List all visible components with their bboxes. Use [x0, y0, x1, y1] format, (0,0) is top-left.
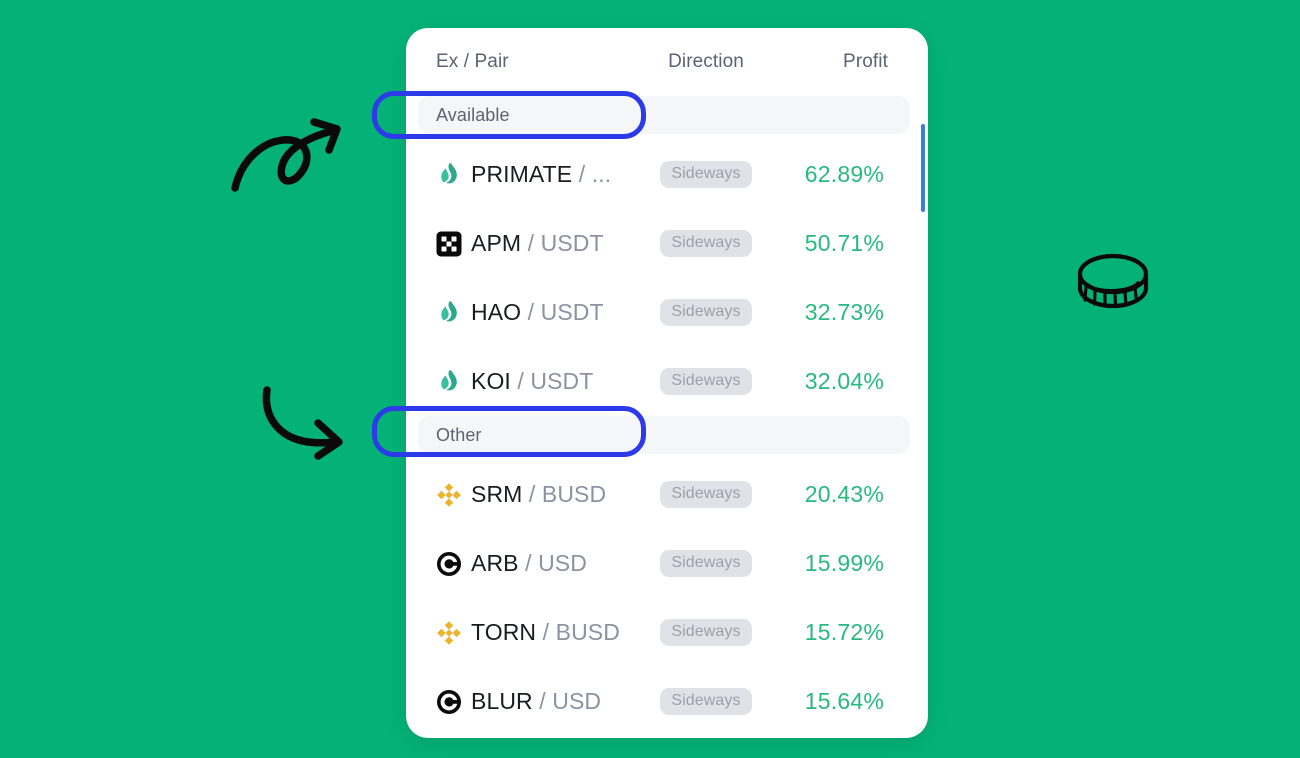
cell-direction: Sideways [628, 368, 784, 395]
cell-pair: ARB / USD [436, 550, 628, 577]
pair-separator: / [510, 368, 531, 394]
pair-separator: / [532, 688, 553, 714]
pair-label: BLUR / USD [471, 688, 601, 715]
cell-pair: HAO / USDT [436, 299, 628, 326]
coinbase-circle-icon [437, 551, 461, 576]
cell-profit: 32.04% [804, 368, 884, 394]
pair-base: BLUR [471, 688, 533, 714]
direction-badge: Sideways [660, 688, 752, 715]
direction-badge: Sideways [660, 619, 752, 646]
section-header-other[interactable]: Other [418, 416, 910, 454]
table-row[interactable]: ARB / USD Sideways 15.99% [418, 529, 910, 598]
coin-doodle [1077, 253, 1149, 309]
pair-separator: / [536, 619, 556, 645]
cell-profit: 32.73% [804, 299, 884, 325]
table-row[interactable]: APM / USDT Sideways 50.71% [418, 209, 910, 278]
list-scrollbar[interactable] [918, 124, 928, 738]
pair-quote: BUSD [555, 619, 620, 645]
pair-quote: USD [538, 550, 587, 576]
binance-diamond-icon [437, 620, 461, 645]
cell-profit: 20.43% [804, 481, 884, 507]
binance-diamond-icon [437, 482, 461, 507]
pair-list-card: Ex / Pair Direction Profit Available PRIM… [406, 28, 928, 738]
cell-profit: 50.71% [804, 230, 884, 256]
cell-pair: KOI / USDT [436, 368, 628, 395]
table-column-header: Ex / Pair Direction Profit [406, 28, 928, 96]
pair-base: TORN [471, 619, 537, 645]
cell-profit: 62.89% [804, 161, 884, 187]
direction-badge: Sideways [660, 299, 752, 326]
cell-direction: Sideways [628, 481, 784, 508]
pair-label: SRM / BUSD [471, 481, 606, 508]
direction-badge: Sideways [660, 550, 752, 577]
cell-profit: 15.72% [804, 619, 884, 645]
cell-pair: SRM / BUSD [436, 481, 628, 508]
gate-flame-icon [441, 369, 457, 390]
cell-direction: Sideways [628, 161, 784, 188]
pair-quote: ... [591, 161, 612, 187]
column-header-pair: Ex / Pair [436, 51, 509, 72]
pair-label: APM / USDT [471, 230, 604, 257]
scrollbar-thumb[interactable] [921, 124, 925, 212]
pair-label: PRIMATE / ... [471, 161, 611, 188]
pair-quote: USDT [540, 299, 604, 325]
column-header-direction: Direction [668, 51, 744, 72]
apm-squares-icon [436, 231, 462, 256]
cell-pair: APM / USDT [436, 230, 628, 257]
pair-list: Available PRIMATE / ... Sideways 62.89% APM … [406, 96, 928, 736]
table-row[interactable]: KOI / USDT Sideways 32.04% [418, 347, 910, 416]
pair-base: HAO [471, 299, 522, 325]
coinbase-circle-icon [437, 689, 461, 714]
direction-badge: Sideways [660, 161, 752, 188]
section-header-available[interactable]: Available [418, 96, 910, 134]
gate-flame-icon [441, 162, 457, 183]
pair-quote: BUSD [541, 481, 607, 507]
cell-direction: Sideways [628, 619, 784, 646]
pair-quote: USDT [530, 368, 594, 394]
pair-separator: / [521, 299, 541, 325]
pair-base: SRM [471, 481, 523, 507]
pair-quote: USD [552, 688, 602, 714]
loop-arrow-doodle [231, 118, 341, 192]
pair-separator: / [572, 161, 592, 187]
pair-quote: USDT [540, 230, 604, 256]
pair-base: ARB [471, 550, 519, 576]
pair-label: TORN / BUSD [471, 619, 620, 646]
pair-separator: / [518, 550, 539, 576]
gate-flame-icon [441, 300, 457, 321]
cell-direction: Sideways [628, 550, 784, 577]
section-header-label: Available [436, 104, 510, 125]
cell-pair: BLUR / USD [436, 688, 628, 715]
cell-direction: Sideways [628, 299, 784, 326]
cell-direction: Sideways [628, 688, 784, 715]
cell-profit: 15.64% [804, 688, 884, 714]
pair-separator: / [521, 230, 541, 256]
pair-label: HAO / USDT [471, 299, 604, 326]
table-row[interactable]: TORN / BUSD Sideways 15.72% [418, 598, 910, 667]
column-header-profit: Profit [843, 51, 888, 72]
curve-arrow-doodle [262, 386, 343, 460]
direction-badge: Sideways [660, 230, 752, 257]
pair-label: ARB / USD [471, 550, 587, 577]
pair-base: APM [471, 230, 522, 256]
table-row[interactable]: PRIMATE / ... Sideways 62.89% [418, 140, 910, 209]
pair-separator: / [522, 481, 542, 507]
pair-base: KOI [471, 368, 511, 394]
direction-badge: Sideways [660, 481, 752, 508]
section-header-label: Other [436, 424, 482, 445]
table-row[interactable]: HAO / USDT Sideways 32.73% [418, 278, 910, 347]
cell-profit: 15.99% [804, 550, 884, 576]
direction-badge: Sideways [660, 368, 752, 395]
table-row[interactable]: BLUR / USD Sideways 15.64% [418, 667, 910, 736]
cell-pair: TORN / BUSD [436, 619, 628, 646]
pair-label: KOI / USDT [471, 368, 593, 395]
table-row[interactable]: SRM / BUSD Sideways 20.43% [418, 460, 910, 529]
cell-pair: PRIMATE / ... [436, 161, 628, 188]
cell-direction: Sideways [628, 230, 784, 257]
pair-base: PRIMATE [471, 161, 573, 187]
